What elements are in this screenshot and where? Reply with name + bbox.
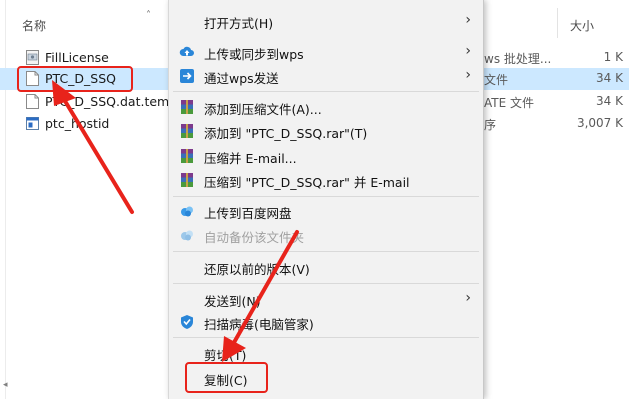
menu-item-label: 压缩并 E-mail... (204, 151, 297, 166)
menu-item-baidu-upload[interactable]: 上传到百度网盘 (169, 199, 483, 223)
application-file-icon (26, 117, 39, 130)
highlight-box (17, 66, 133, 92)
menu-item-label: 发送到(N) (204, 294, 261, 309)
file-name: PTC_D_SSQ.dat.temp (45, 94, 178, 109)
menu-item-baidu-backup[interactable]: 自动备份该文件夹 (169, 223, 483, 247)
menu-separator (173, 251, 479, 252)
submenu-arrow-icon: › (465, 43, 471, 59)
menu-item-compress-email[interactable]: 压缩并 E-mail... (169, 144, 483, 168)
winrar-icon (181, 100, 193, 114)
file-name: FillLicense (45, 50, 109, 65)
menu-item-label: 上传到百度网盘 (204, 206, 292, 221)
menu-separator (173, 91, 479, 92)
shield-icon (181, 315, 193, 329)
menu-item-label: 上传或同步到wps (204, 47, 304, 62)
file-type: 文件 (484, 73, 509, 87)
file-size: 34 K (596, 71, 623, 85)
file-type: ATE 文件 (484, 96, 535, 110)
context-menu: 打开方式(H) › 上传或同步到wps › 通过wps发送 › 添加到压缩文件(… (168, 0, 484, 399)
menu-item-label: 还原以前的版本(V) (204, 262, 310, 277)
file-name: ptc_hostid (45, 116, 110, 131)
winrar-icon (181, 124, 193, 138)
menu-item-compress-rar-email[interactable]: 压缩到 "PTC_D_SSQ.rar" 并 E-mail (169, 168, 483, 192)
menu-item-label: 压缩到 "PTC_D_SSQ.rar" 并 E-mail (204, 175, 410, 190)
submenu-arrow-icon: › (465, 12, 471, 28)
menu-item-label: 通过wps发送 (204, 71, 279, 86)
blank-file-icon (26, 94, 39, 109)
menu-item-add-rar[interactable]: 添加到 "PTC_D_SSQ.rar"(T) (169, 119, 483, 143)
winrar-icon (181, 149, 193, 163)
winrar-icon (181, 173, 193, 187)
column-size-header[interactable]: 大小 (570, 17, 594, 34)
menu-item-open-with[interactable]: 打开方式(H) › (169, 9, 483, 33)
menu-item-label: 打开方式(H) (204, 16, 274, 31)
sort-caret-icon: ˄ (146, 10, 151, 21)
column-separator[interactable] (557, 8, 558, 38)
menu-item-label: 添加到 "PTC_D_SSQ.rar"(T) (204, 126, 368, 141)
menu-separator (173, 337, 479, 338)
menu-item-send-wps[interactable]: 通过wps发送 › (169, 64, 483, 88)
menu-item-scan-virus[interactable]: 扫描病毒(电脑管家) (169, 310, 483, 334)
batch-file-icon (26, 50, 39, 65)
submenu-arrow-icon: › (465, 67, 471, 83)
menu-item-restore-versions[interactable]: 还原以前的版本(V) (169, 255, 483, 279)
menu-separator (173, 196, 479, 197)
baidu-netdisk-icon (181, 230, 193, 241)
scroll-left-icon[interactable]: ◂ (3, 380, 8, 390)
submenu-arrow-icon: › (465, 290, 471, 306)
menu-item-upload-wps[interactable]: 上传或同步到wps › (169, 40, 483, 64)
baidu-netdisk-icon (181, 206, 193, 217)
menu-item-send-to[interactable]: 发送到(N) › (169, 287, 483, 311)
file-size: 1 K (603, 50, 623, 64)
column-name-header[interactable]: 名称 (22, 17, 46, 34)
cloud-upload-icon (179, 46, 194, 56)
menu-item-label: 扫描病毒(电脑管家) (204, 317, 314, 332)
menu-item-add-archive[interactable]: 添加到压缩文件(A)... (169, 95, 483, 119)
send-arrow-icon (180, 69, 194, 83)
menu-separator (173, 283, 479, 284)
file-size: 3,007 K (576, 116, 623, 130)
file-size: 34 K (596, 94, 623, 108)
highlight-box (185, 362, 268, 393)
menu-item-label: 添加到压缩文件(A)... (204, 102, 322, 117)
file-type: ws 批处理... (484, 52, 552, 66)
menu-item-label: 自动备份该文件夹 (204, 230, 305, 245)
file-type: 序 (484, 118, 497, 132)
